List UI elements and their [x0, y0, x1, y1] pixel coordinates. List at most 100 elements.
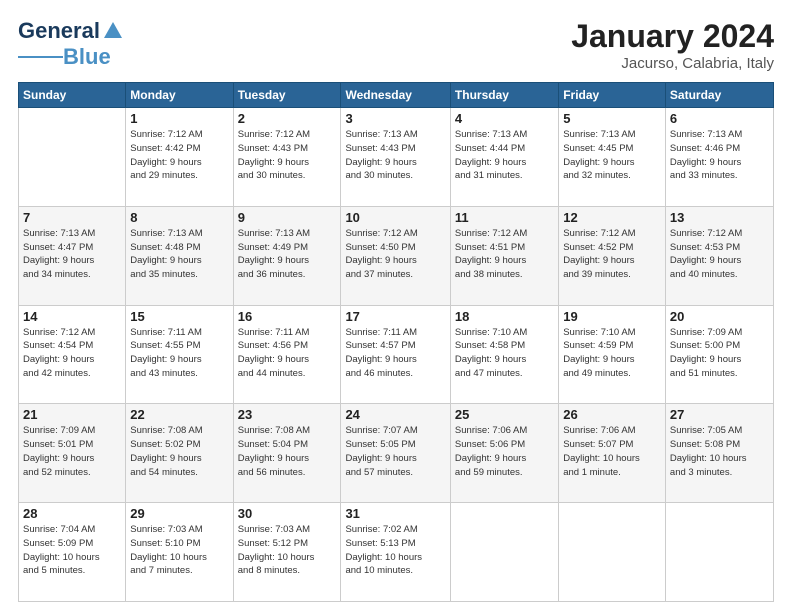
calendar-cell: [450, 503, 558, 602]
day-number: 17: [345, 309, 445, 324]
calendar-cell: [19, 108, 126, 207]
weekday-header-friday: Friday: [559, 83, 666, 108]
calendar-cell: 18 Sunrise: 7:10 AMSunset: 4:58 PMDayligh…: [450, 305, 558, 404]
day-info: Sunrise: 7:13 AMSunset: 4:46 PMDaylight:…: [670, 128, 769, 183]
day-number: 11: [455, 210, 554, 225]
logo-blue: Blue: [63, 44, 111, 70]
day-number: 30: [238, 506, 337, 521]
day-info: Sunrise: 7:05 AMSunset: 5:08 PMDaylight:…: [670, 424, 769, 479]
week-row-4: 28Sunrise: 7:04 AMSunset: 5:09 PMDayligh…: [19, 503, 774, 602]
week-row-2: 14Sunrise: 7:12 AMSunset: 4:54 PMDayligh…: [19, 305, 774, 404]
calendar-cell: 7 Sunrise: 7:13 AMSunset: 4:47 PMDaylight…: [19, 206, 126, 305]
day-info: Sunrise: 7:12 AMSunset: 4:42 PMDaylight:…: [130, 128, 228, 183]
day-info: Sunrise: 7:10 AMSunset: 4:59 PMDaylight:…: [563, 326, 661, 381]
day-info: Sunrise: 7:11 AMSunset: 4:57 PMDaylight:…: [345, 326, 445, 381]
calendar-cell: 2 Sunrise: 7:12 AMSunset: 4:43 PMDaylight…: [233, 108, 341, 207]
logo-general: General: [18, 18, 100, 44]
calendar-cell: 16Sunrise: 7:11 AMSunset: 4:56 PMDayligh…: [233, 305, 341, 404]
calendar-cell: 8Sunrise: 7:13 AMSunset: 4:48 PMDaylight…: [126, 206, 233, 305]
day-number: 29: [130, 506, 228, 521]
day-number: 3: [345, 111, 445, 126]
day-info: Sunrise: 7:09 AMSunset: 5:00 PMDaylight:…: [670, 326, 769, 381]
day-number: 20: [670, 309, 769, 324]
day-number: 18: [455, 309, 554, 324]
day-number: 5: [563, 111, 661, 126]
day-info: Sunrise: 7:03 AMSunset: 5:12 PMDaylight:…: [238, 523, 337, 578]
weekday-header-row: SundayMondayTuesdayWednesdayThursdayFrid…: [19, 83, 774, 108]
day-info: Sunrise: 7:10 AMSunset: 4:58 PMDaylight:…: [455, 326, 554, 381]
weekday-header-sunday: Sunday: [19, 83, 126, 108]
calendar-table: SundayMondayTuesdayWednesdayThursdayFrid…: [18, 82, 774, 602]
calendar-cell: 14Sunrise: 7:12 AMSunset: 4:54 PMDayligh…: [19, 305, 126, 404]
day-number: 2: [238, 111, 337, 126]
day-info: Sunrise: 7:08 AMSunset: 5:02 PMDaylight:…: [130, 424, 228, 479]
calendar-cell: 13 Sunrise: 7:12 AMSunset: 4:53 PMDayligh…: [665, 206, 773, 305]
day-info: Sunrise: 7:06 AMSunset: 5:06 PMDaylight:…: [455, 424, 554, 479]
day-number: 31: [345, 506, 445, 521]
weekday-header-tuesday: Tuesday: [233, 83, 341, 108]
day-info: Sunrise: 7:12 AMSunset: 4:54 PMDaylight:…: [23, 326, 121, 381]
day-number: 9: [238, 210, 337, 225]
week-row-1: 7 Sunrise: 7:13 AMSunset: 4:47 PMDaylight…: [19, 206, 774, 305]
day-info: Sunrise: 7:12 AMSunset: 4:50 PMDaylight:…: [345, 227, 445, 282]
calendar-cell: 10 Sunrise: 7:12 AMSunset: 4:50 PMDayligh…: [341, 206, 450, 305]
calendar-subtitle: Jacurso, Calabria, Italy: [571, 55, 774, 72]
calendar-cell: 22 Sunrise: 7:08 AMSunset: 5:02 PMDayligh…: [126, 404, 233, 503]
weekday-header-monday: Monday: [126, 83, 233, 108]
calendar-cell: 12Sunrise: 7:12 AMSunset: 4:52 PMDayligh…: [559, 206, 666, 305]
day-number: 19: [563, 309, 661, 324]
day-number: 6: [670, 111, 769, 126]
day-info: Sunrise: 7:02 AMSunset: 5:13 PMDaylight:…: [345, 523, 445, 578]
logo-icon: [102, 20, 124, 42]
calendar-cell: 21Sunrise: 7:09 AMSunset: 5:01 PMDayligh…: [19, 404, 126, 503]
day-number: 23: [238, 407, 337, 422]
day-info: Sunrise: 7:03 AMSunset: 5:10 PMDaylight:…: [130, 523, 228, 578]
calendar-cell: 9 Sunrise: 7:13 AMSunset: 4:49 PMDaylight…: [233, 206, 341, 305]
day-number: 12: [563, 210, 661, 225]
calendar-cell: 26Sunrise: 7:06 AMSunset: 5:07 PMDayligh…: [559, 404, 666, 503]
page: General Blue January 2024 Jacurso, Calab…: [0, 0, 792, 612]
day-info: Sunrise: 7:13 AMSunset: 4:49 PMDaylight:…: [238, 227, 337, 282]
day-info: Sunrise: 7:13 AMSunset: 4:47 PMDaylight:…: [23, 227, 121, 282]
day-info: Sunrise: 7:11 AMSunset: 4:55 PMDaylight:…: [130, 326, 228, 381]
day-number: 1: [130, 111, 228, 126]
calendar-cell: 11Sunrise: 7:12 AMSunset: 4:51 PMDayligh…: [450, 206, 558, 305]
calendar-cell: 25 Sunrise: 7:06 AMSunset: 5:06 PMDayligh…: [450, 404, 558, 503]
calendar-cell: 27 Sunrise: 7:05 AMSunset: 5:08 PMDayligh…: [665, 404, 773, 503]
calendar-cell: 19 Sunrise: 7:10 AMSunset: 4:59 PMDayligh…: [559, 305, 666, 404]
calendar-cell: 29 Sunrise: 7:03 AMSunset: 5:10 PMDayligh…: [126, 503, 233, 602]
day-number: 24: [345, 407, 445, 422]
day-info: Sunrise: 7:12 AMSunset: 4:43 PMDaylight:…: [238, 128, 337, 183]
calendar-cell: 15 Sunrise: 7:11 AMSunset: 4:55 PMDayligh…: [126, 305, 233, 404]
calendar-cell: 31 Sunrise: 7:02 AMSunset: 5:13 PMDayligh…: [341, 503, 450, 602]
day-info: Sunrise: 7:04 AMSunset: 5:09 PMDaylight:…: [23, 523, 121, 578]
logo: General Blue: [18, 18, 124, 70]
weekday-header-thursday: Thursday: [450, 83, 558, 108]
calendar-cell: [665, 503, 773, 602]
day-number: 13: [670, 210, 769, 225]
header: General Blue January 2024 Jacurso, Calab…: [18, 18, 774, 72]
calendar-cell: 1 Sunrise: 7:12 AMSunset: 4:42 PMDaylight…: [126, 108, 233, 207]
day-number: 27: [670, 407, 769, 422]
weekday-header-wednesday: Wednesday: [341, 83, 450, 108]
day-info: Sunrise: 7:13 AMSunset: 4:43 PMDaylight:…: [345, 128, 445, 183]
calendar-cell: 17 Sunrise: 7:11 AMSunset: 4:57 PMDayligh…: [341, 305, 450, 404]
calendar-title: January 2024: [571, 18, 774, 55]
day-number: 10: [345, 210, 445, 225]
day-number: 25: [455, 407, 554, 422]
day-info: Sunrise: 7:08 AMSunset: 5:04 PMDaylight:…: [238, 424, 337, 479]
calendar-cell: 30 Sunrise: 7:03 AMSunset: 5:12 PMDayligh…: [233, 503, 341, 602]
day-info: Sunrise: 7:13 AMSunset: 4:45 PMDaylight:…: [563, 128, 661, 183]
day-info: Sunrise: 7:13 AMSunset: 4:48 PMDaylight:…: [130, 227, 228, 282]
calendar-cell: 4Sunrise: 7:13 AMSunset: 4:44 PMDaylight…: [450, 108, 558, 207]
day-number: 4: [455, 111, 554, 126]
day-number: 26: [563, 407, 661, 422]
day-number: 22: [130, 407, 228, 422]
day-number: 7: [23, 210, 121, 225]
calendar-cell: 24Sunrise: 7:07 AMSunset: 5:05 PMDayligh…: [341, 404, 450, 503]
day-info: Sunrise: 7:12 AMSunset: 4:53 PMDaylight:…: [670, 227, 769, 282]
day-number: 15: [130, 309, 228, 324]
day-info: Sunrise: 7:11 AMSunset: 4:56 PMDaylight:…: [238, 326, 337, 381]
day-info: Sunrise: 7:09 AMSunset: 5:01 PMDaylight:…: [23, 424, 121, 479]
week-row-3: 21Sunrise: 7:09 AMSunset: 5:01 PMDayligh…: [19, 404, 774, 503]
